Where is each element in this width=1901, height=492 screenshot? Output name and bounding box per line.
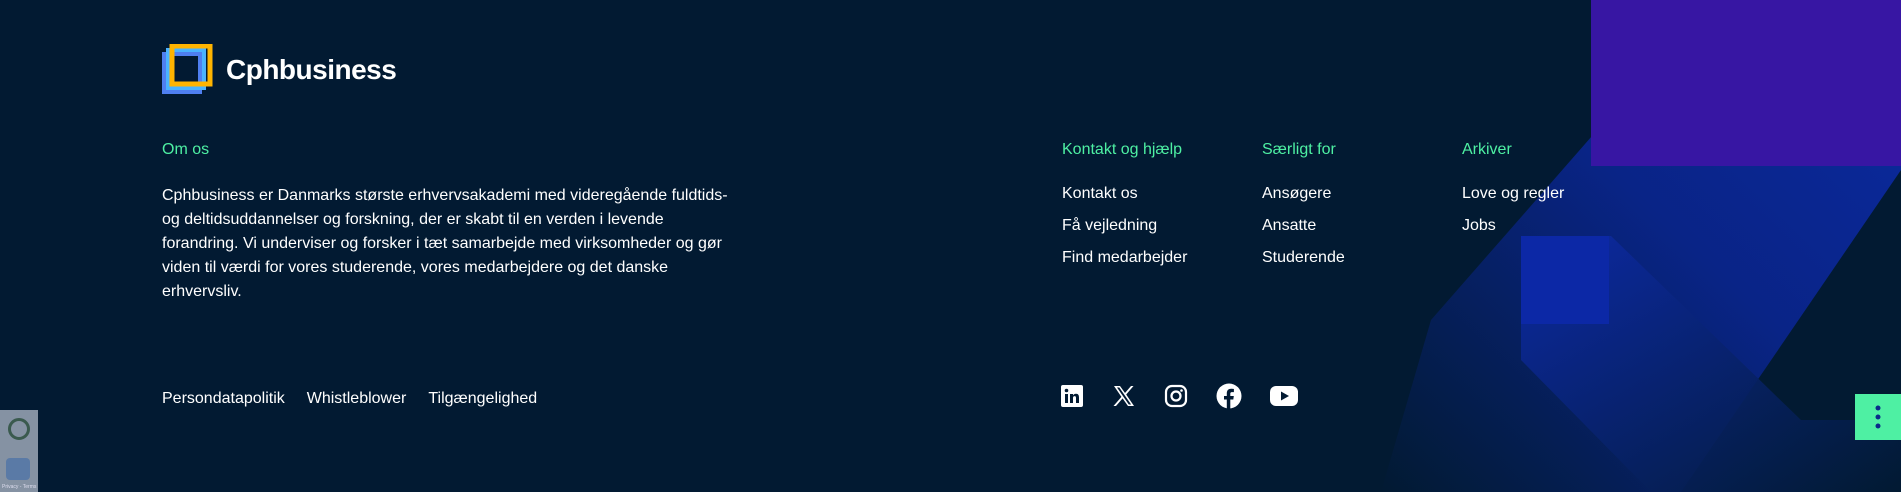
footer-link-jobs[interactable]: Jobs (1462, 216, 1564, 236)
accessibility-link[interactable]: Tilgængelighed (428, 390, 537, 408)
archives-links: Love og regler Jobs (1462, 184, 1564, 248)
about-heading: Om os (162, 141, 210, 158)
facebook-icon[interactable] (1216, 383, 1242, 409)
cphbusiness-logo[interactable]: Cphbusiness (162, 43, 397, 96)
recaptcha-icon[interactable] (6, 458, 30, 480)
floating-menu-button[interactable] (1855, 394, 1901, 440)
contact-help-links: Kontakt os Få vejledning Find medarbejde… (1062, 184, 1187, 280)
recaptcha-label[interactable]: Privacy - Terms (2, 484, 36, 490)
youtube-icon[interactable] (1270, 385, 1298, 407)
privacy-policy-link[interactable]: Persondatapolitik (162, 390, 285, 408)
footer-link-employees[interactable]: Ansatte (1262, 216, 1345, 236)
footer-link-laws-rules[interactable]: Love og regler (1462, 184, 1564, 204)
social-links (1060, 383, 1326, 409)
footer-link-find-employee[interactable]: Find medarbejder (1062, 248, 1187, 268)
logo-mark-icon (162, 43, 214, 96)
footer-link-students[interactable]: Studerende (1262, 248, 1345, 268)
logo-wordmark: Cphbusiness (226, 54, 397, 85)
whistleblower-link[interactable]: Whistleblower (307, 390, 407, 408)
footer-link-contact[interactable]: Kontakt os (1062, 184, 1187, 204)
linkedin-icon[interactable] (1060, 384, 1084, 408)
especially-for-heading: Særligt for (1262, 141, 1336, 158)
contact-help-heading: Kontakt og hjælp (1062, 141, 1183, 158)
footer-link-applicants[interactable]: Ansøgere (1262, 184, 1345, 204)
especially-for-links: Ansøgere Ansatte Studerende (1262, 184, 1345, 280)
instagram-icon[interactable] (1164, 384, 1188, 408)
archives-heading: Arkiver (1462, 141, 1512, 158)
footer-link-guidance[interactable]: Få vejledning (1062, 216, 1187, 236)
x-twitter-icon[interactable] (1112, 384, 1136, 408)
side-widget: Privacy - Terms (0, 410, 38, 492)
about-text: Cphbusiness er Danmarks største erhvervs… (162, 187, 728, 300)
legal-links: Persondatapolitik Whistleblower Tilgænge… (162, 390, 537, 408)
vertical-dots-icon (1875, 405, 1881, 429)
background-decoration (1381, 0, 1901, 492)
cookie-settings-icon[interactable] (8, 418, 30, 440)
